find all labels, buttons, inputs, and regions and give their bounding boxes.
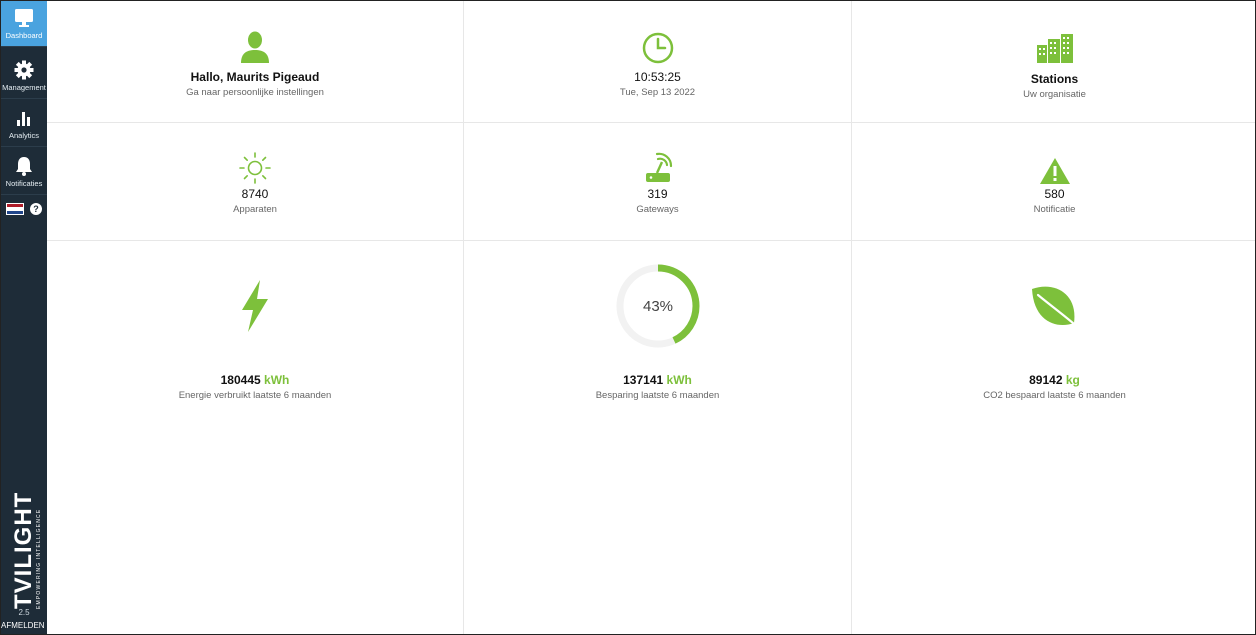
notifications-label: Notificatie — [1033, 204, 1076, 215]
leaf-icon — [1031, 286, 1081, 331]
gateways-tile[interactable]: 319 Gateways — [464, 123, 852, 241]
devices-count: 8740 — [241, 187, 269, 201]
savings-unit: kWh — [666, 373, 692, 387]
clock-time: 10:53:25 — [634, 70, 681, 84]
savings-progress-ring: 43% — [616, 264, 699, 348]
energy-value-row: 180445 kWh — [47, 373, 463, 387]
brand-tagline: EMPOWERING INTELLIGENCE — [36, 509, 42, 609]
gateways-count: 319 — [647, 187, 668, 201]
user-icon — [241, 31, 269, 63]
notifications-count: 580 — [1044, 187, 1065, 201]
devices-label: Apparaten — [233, 204, 277, 215]
gear-icon — [14, 60, 34, 80]
notifications-tile[interactable]: 580 Notificatie — [852, 123, 1255, 241]
gateways-label: Gateways — [636, 204, 679, 215]
clock-date: Tue, Sep 13 2022 — [619, 87, 696, 98]
savings-label: Besparing laatste 6 maanden — [595, 390, 720, 401]
savings-tile: 43% 137141 kWh Besparing laatste 6 maand… — [464, 241, 852, 634]
savings-value-row: 137141 kWh — [464, 373, 851, 387]
dutch-flag-icon[interactable] — [6, 203, 24, 215]
co2-tile: 89142 kg CO2 bespaard laatste 6 maanden — [852, 241, 1255, 634]
lightning-icon — [242, 280, 268, 332]
energy-label: Energie verbruikt laatste 6 maanden — [178, 390, 332, 401]
energy-unit: kWh — [264, 373, 290, 387]
warning-icon — [1039, 158, 1070, 184]
dashboard-grid: Hallo, Maurits Pigeaud Ga naar persoonli… — [47, 1, 1255, 634]
co2-value: 89142 — [1029, 373, 1063, 387]
stations-subtitle: Uw organisatie — [1023, 89, 1086, 100]
monitor-icon — [15, 9, 33, 27]
clock-tile: 10:53:25 Tue, Sep 13 2022 — [464, 1, 852, 123]
co2-value-row: 89142 kg — [852, 373, 1255, 387]
sidebar-item-analytics[interactable]: Analytics — [1, 101, 47, 147]
tvilight-logo: TVILIGHT EMPOWERING INTELLIGENCE — [10, 492, 42, 609]
sidebar-item-notificaties[interactable]: Notificaties — [1, 149, 47, 195]
sidebar: Dashboard Management Analytics Notificat… — [1, 1, 47, 634]
co2-unit: kg — [1065, 373, 1080, 387]
sidebar-item-management[interactable]: Management — [1, 53, 47, 99]
gateway-icon — [645, 152, 672, 182]
co2-label: CO2 bespaard laatste 6 maanden — [983, 390, 1126, 401]
devices-tile[interactable]: 8740 Apparaten — [47, 123, 464, 241]
logout-label: AFMELDEN — [1, 621, 45, 630]
sidebar-item-label: Dashboard — [5, 31, 43, 40]
stations-title: Stations — [1030, 72, 1079, 86]
logout-button[interactable]: AFMELDEN ⮔ — [1, 620, 47, 634]
clock-icon — [642, 32, 673, 64]
version-label: 2.5 — [18, 608, 30, 617]
bar-chart-icon — [17, 112, 30, 126]
bell-icon — [16, 157, 32, 176]
stations-tile[interactable]: Stations Uw organisatie — [852, 1, 1255, 123]
sidebar-item-label: Management — [2, 83, 46, 92]
energy-tile: 180445 kWh Energie verbruikt laatste 6 m… — [47, 241, 464, 634]
sidebar-item-label: Notificaties — [5, 179, 43, 188]
energy-value: 180445 — [220, 373, 261, 387]
settings-link[interactable]: Ga naar persoonlijke instellingen — [47, 87, 463, 98]
brand-name: TVILIGHT — [10, 492, 37, 609]
sidebar-item-dashboard[interactable]: Dashboard — [1, 1, 47, 47]
savings-value: 137141 — [623, 373, 664, 387]
app-window: Dashboard Management Analytics Notificat… — [0, 0, 1256, 635]
savings-percent: 43% — [642, 298, 672, 315]
sun-icon — [239, 152, 271, 184]
sidebar-item-label: Analytics — [8, 131, 39, 140]
help-icon[interactable]: ? — [30, 203, 42, 215]
buildings-icon — [1036, 34, 1073, 63]
language-row: ? — [1, 195, 47, 221]
user-tile[interactable]: Hallo, Maurits Pigeaud Ga naar persoonli… — [47, 1, 464, 123]
greeting-text: Hallo, Maurits Pigeaud — [190, 70, 320, 84]
